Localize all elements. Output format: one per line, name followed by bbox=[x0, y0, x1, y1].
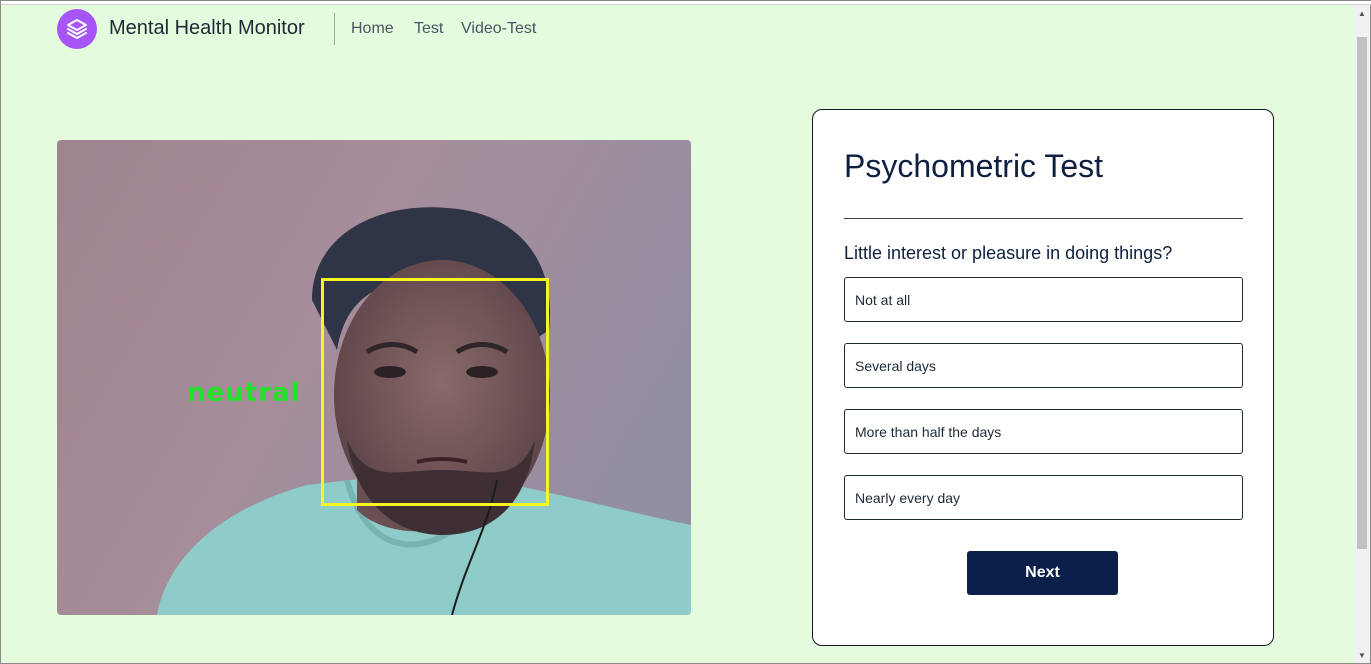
scroll-up-arrow-icon[interactable]: ▲ bbox=[1354, 5, 1370, 21]
nav-link-video-test[interactable]: Video-Test bbox=[461, 20, 536, 38]
test-card: Psychometric Test Little interest or ple… bbox=[812, 109, 1274, 646]
face-detection-box bbox=[321, 278, 549, 506]
logo-layers-icon[interactable] bbox=[57, 9, 97, 49]
emotion-label: neutral bbox=[187, 378, 301, 408]
nav-divider bbox=[334, 13, 335, 45]
nav-link-home[interactable]: Home bbox=[351, 20, 394, 38]
option-nearly-every-day[interactable]: Nearly every day bbox=[844, 475, 1243, 520]
option-not-at-all[interactable]: Not at all bbox=[844, 277, 1243, 322]
question-text: Little interest or pleasure in doing thi… bbox=[844, 243, 1173, 263]
scroll-down-arrow-icon[interactable]: ▼ bbox=[1354, 647, 1370, 663]
scroll-thumb[interactable] bbox=[1357, 37, 1367, 549]
title-divider bbox=[844, 218, 1243, 219]
next-button[interactable]: Next bbox=[967, 551, 1118, 595]
option-several-days[interactable]: Several days bbox=[844, 343, 1243, 388]
vertical-scrollbar[interactable]: ▲ ▼ bbox=[1354, 5, 1370, 663]
webcam-feed: neutral bbox=[57, 140, 691, 615]
browser-top-edge bbox=[1, 1, 1371, 5]
option-more-than-half[interactable]: More than half the days bbox=[844, 409, 1243, 454]
brand-title[interactable]: Mental Health Monitor bbox=[109, 17, 305, 40]
test-title: Psychometric Test bbox=[844, 148, 1104, 184]
nav-link-test[interactable]: Test bbox=[414, 20, 443, 38]
